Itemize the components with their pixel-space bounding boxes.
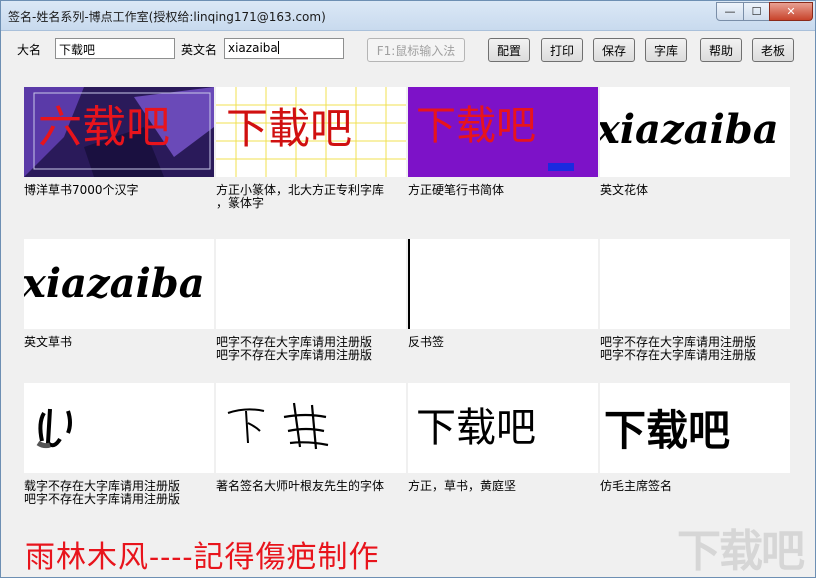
- caption-line: 吧字不存在大字库请用注册版: [216, 348, 373, 362]
- preview-glyphs: 下载吧: [416, 405, 536, 451]
- signature-caption-1: 博洋草书7000个汉字: [24, 184, 214, 197]
- signature-preview-9[interactable]: [24, 383, 214, 473]
- f1-mouse-input-button[interactable]: F1:鼠标输入法: [367, 38, 465, 62]
- preview-art: [227, 402, 329, 450]
- save-button[interactable]: 保存: [593, 38, 635, 62]
- signature-caption-12: 仿毛主席签名: [600, 480, 790, 493]
- signature-preview-12[interactable]: 下载吧: [600, 383, 790, 473]
- window-title: 签名-姓名系列-博点工作室(授权给:linqing171@163.com): [8, 10, 326, 24]
- signature-caption-11: 方正，草书，黄庭坚: [408, 480, 598, 493]
- caption-line: 吧字不存在大字库请用注册版: [24, 492, 181, 506]
- minimize-button[interactable]: —: [716, 2, 744, 21]
- signature-caption-3: 方正硬笔行书简体: [408, 184, 598, 197]
- caption-line: 仿毛主席签名: [600, 479, 673, 493]
- signature-preview-6[interactable]: [216, 239, 406, 329]
- name-input-value: 下载吧: [59, 43, 96, 57]
- signature-caption-7: 反书签: [408, 336, 598, 349]
- preview-art: 下载吧: [408, 87, 598, 177]
- preview-glyphs: xiazaiba: [600, 106, 779, 153]
- name-label: 大名: [17, 43, 42, 57]
- preview-art: [408, 239, 410, 329]
- preview-glyphs: xiazaiba: [24, 260, 205, 307]
- preview-art: xiazaiba: [24, 260, 205, 307]
- signature-caption-5: 英文草书: [24, 336, 214, 349]
- credit-text: 雨林木风----記得傷疤制作: [25, 540, 380, 575]
- signature-preview-1[interactable]: 六载吧: [24, 87, 214, 177]
- english-name-label: 英文名: [181, 43, 218, 57]
- english-name-input[interactable]: xiazaiba: [224, 38, 344, 59]
- watermark-logo: 下载吧: [677, 526, 805, 577]
- preview-art: 下载吧: [416, 405, 536, 451]
- signature-preview-8[interactable]: [600, 239, 790, 329]
- signature-caption-9: 载字不存在大字库请用注册版 吧字不存在大字库请用注册版: [24, 480, 214, 506]
- preview-glyphs: 下载吧: [604, 406, 730, 455]
- english-name-input-value: xiazaiba: [228, 41, 278, 55]
- name-input[interactable]: 下载吧: [55, 38, 175, 59]
- signature-caption-6: 吧字不存在大字库请用注册版 吧字不存在大字库请用注册版: [216, 336, 406, 362]
- signature-preview-5[interactable]: xiazaiba: [24, 239, 214, 329]
- caption-line: 博洋草书7000个汉字: [24, 183, 139, 197]
- config-button[interactable]: 配置: [488, 38, 530, 62]
- preview-glyphs: 下载吧: [416, 103, 536, 149]
- caption-line: 英文花体: [600, 183, 649, 197]
- caption-line: 方正，草书，黄庭坚: [408, 479, 517, 493]
- signature-caption-10: 著名签名大师叶根友先生的字体: [216, 480, 406, 493]
- signature-caption-2: 方正小篆体，北大方正专利字库 ，篆体字: [216, 184, 406, 210]
- boss-button[interactable]: 老板: [752, 38, 794, 62]
- preview-glyphs: 下載吧: [226, 104, 352, 153]
- text-caret: [277, 41, 279, 54]
- caption-line: 方正硬笔行书简体: [408, 183, 505, 197]
- signature-preview-10[interactable]: [216, 383, 406, 473]
- signature-preview-4[interactable]: xiazaiba: [600, 87, 790, 177]
- preview-art: 下載吧: [216, 87, 406, 177]
- caption-line: 吧字不存在大字库请用注册版: [600, 348, 757, 362]
- print-button[interactable]: 打印: [541, 38, 583, 62]
- preview-glyphs: 六载吧: [38, 102, 170, 153]
- preview-art: [36, 408, 72, 449]
- signature-caption-4: 英文花体: [600, 184, 790, 197]
- signature-preview-7[interactable]: [408, 239, 598, 329]
- caption-line: 反书签: [408, 335, 445, 349]
- preview-art: 下载吧: [604, 406, 730, 455]
- close-button[interactable]: ✕: [769, 2, 813, 21]
- title-bar[interactable]: 签名-姓名系列-博点工作室(授权给:linqing171@163.com) — …: [1, 1, 815, 31]
- caption-line: 英文草书: [24, 335, 73, 349]
- help-button[interactable]: 帮助: [700, 38, 742, 62]
- signature-preview-11[interactable]: 下载吧: [408, 383, 598, 473]
- preview-art: 六载吧: [24, 87, 214, 177]
- font-library-button[interactable]: 字库: [645, 38, 687, 62]
- signature-preview-2[interactable]: 下載吧: [216, 87, 406, 177]
- app-window: 签名-姓名系列-博点工作室(授权给:linqing171@163.com) — …: [0, 0, 816, 578]
- signature-caption-8: 吧字不存在大字库请用注册版 吧字不存在大字库请用注册版: [600, 336, 790, 362]
- maximize-button[interactable]: ☐: [743, 2, 770, 21]
- preview-art: xiazaiba: [600, 106, 779, 153]
- signature-preview-3[interactable]: 下载吧: [408, 87, 598, 177]
- caption-line: 著名签名大师叶根友先生的字体: [216, 479, 385, 493]
- caption-line: ，篆体字: [216, 196, 265, 210]
